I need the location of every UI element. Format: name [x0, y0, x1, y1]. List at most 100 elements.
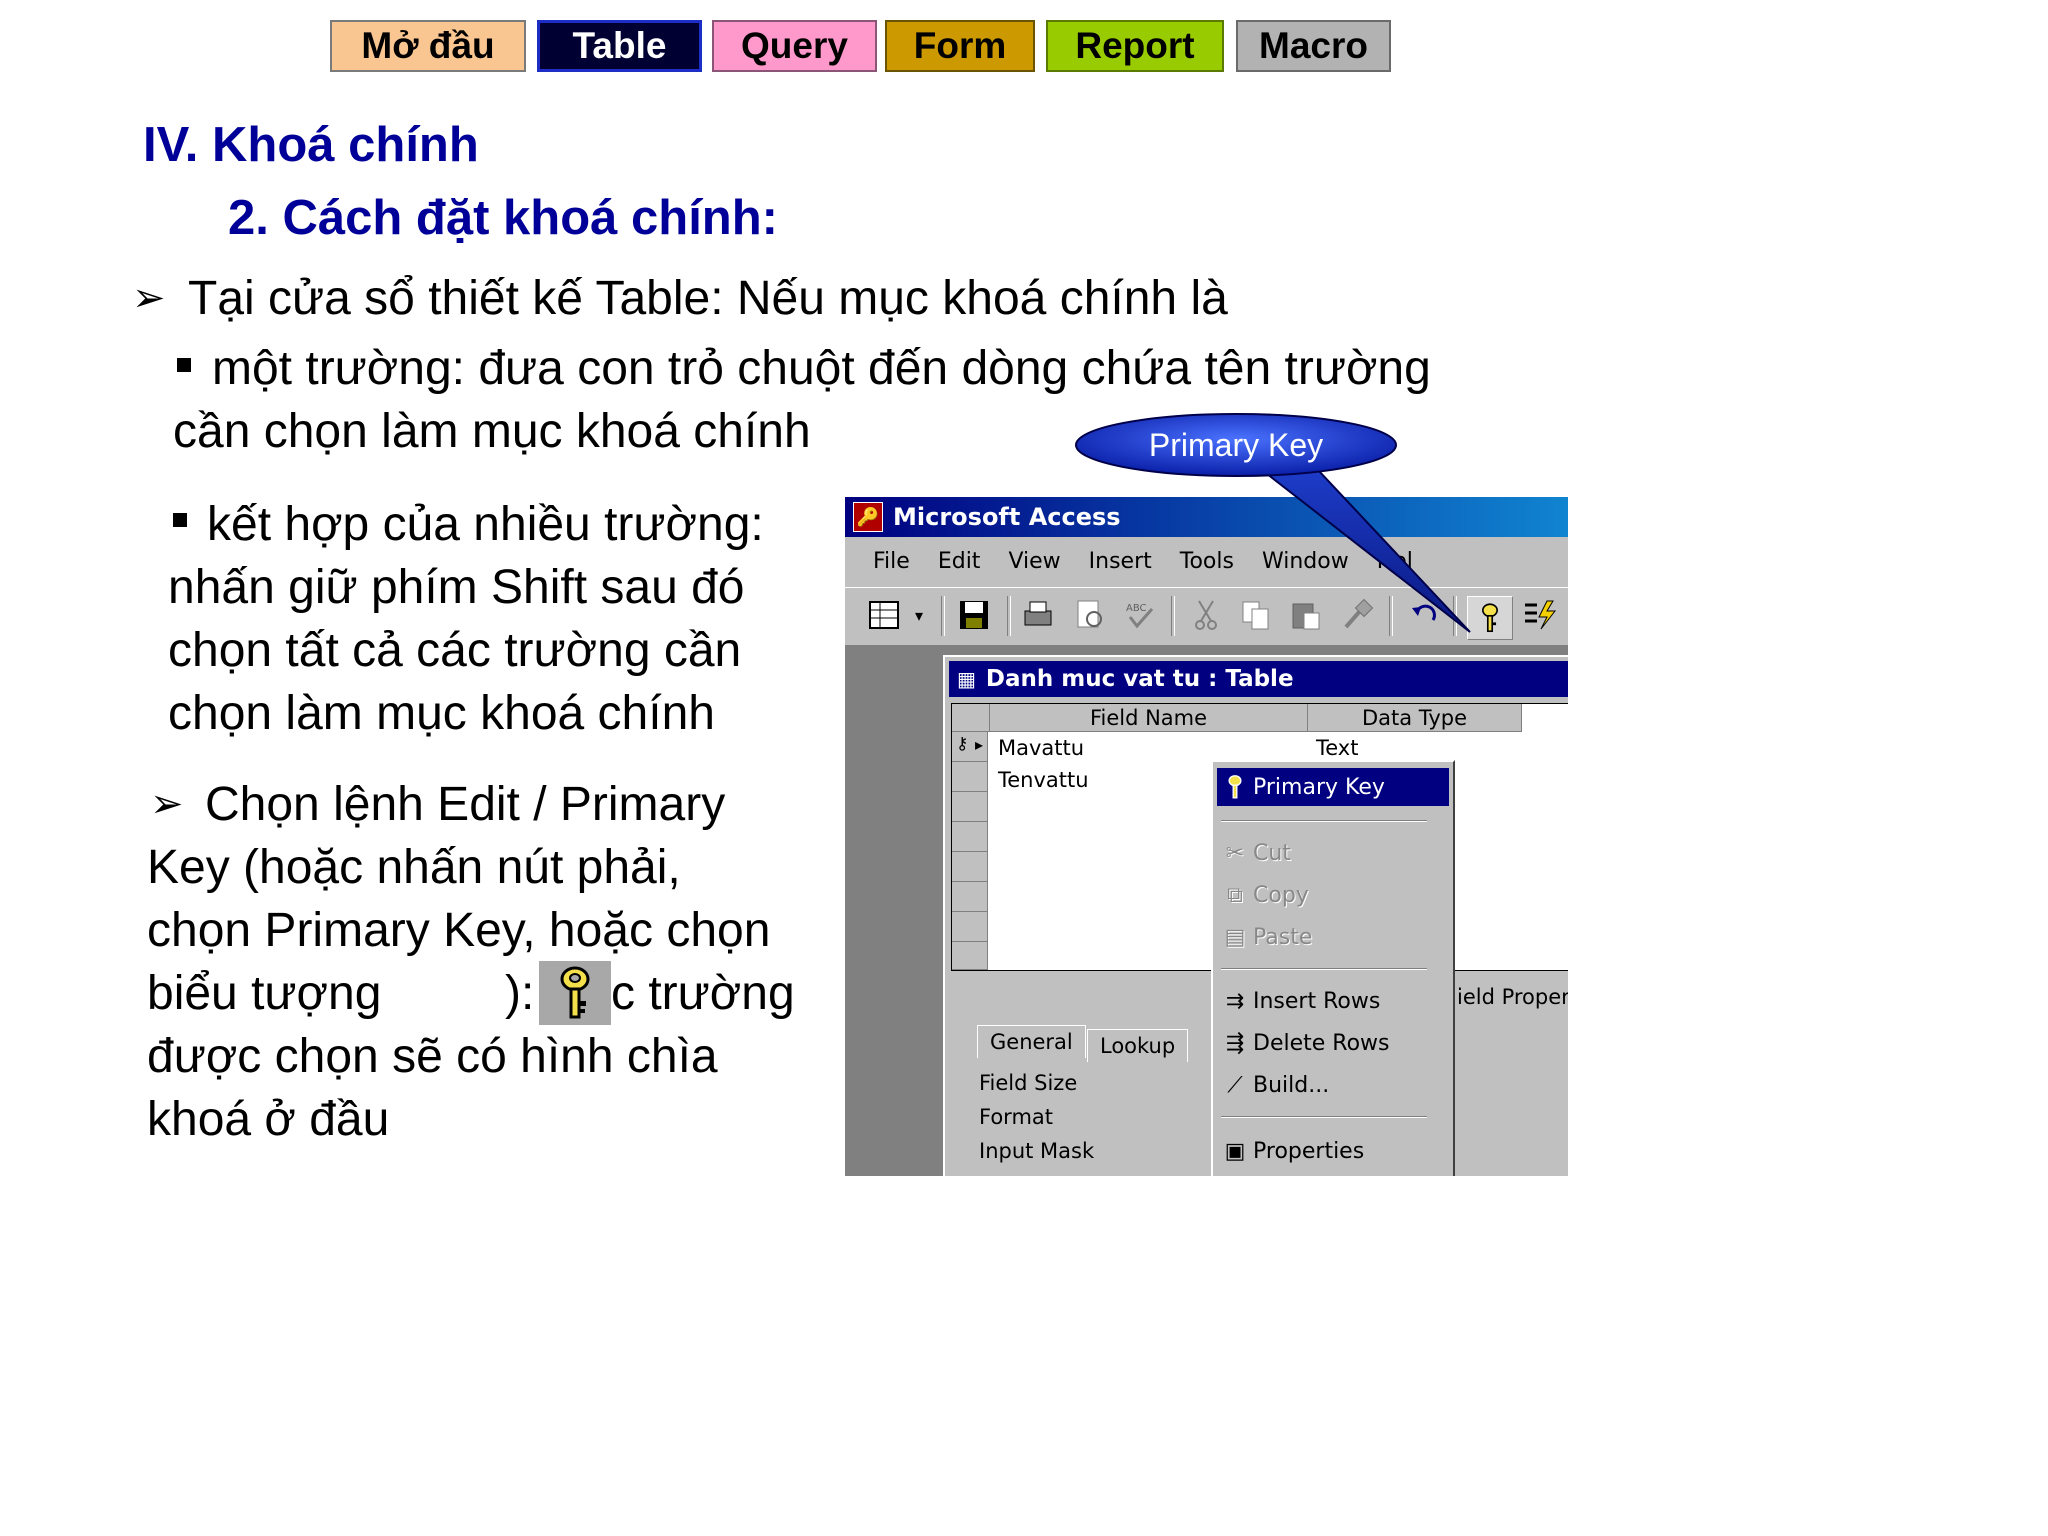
nav-table-button[interactable]: Table	[537, 20, 702, 72]
access-key-icon: 🔑	[853, 502, 883, 532]
ctx-cut[interactable]: ✂ Cut	[1217, 834, 1449, 872]
paragraph-1: Tại cửa sổ thiết kế Table: Nếu mục khoá …	[188, 272, 1228, 325]
context-menu: Primary Key ✂ Cut ⧉ Copy ▤ Paste ⇉ Inser…	[1211, 760, 1455, 1176]
bullet2-line3: chọn tất cả các trường cần	[168, 624, 742, 677]
access-titlebar: 🔑 Microsoft Access	[845, 497, 1568, 537]
scissors-icon: ✂	[1225, 840, 1245, 866]
wand-icon: ⟋	[1227, 1072, 1243, 1098]
field-properties-label: ield Proper	[1457, 985, 1568, 1009]
ctx-primary-key[interactable]: Primary Key	[1217, 768, 1449, 806]
ctx-label: Insert Rows	[1253, 988, 1381, 1014]
delete-rows-icon: ⇶	[1225, 1030, 1245, 1056]
bullet2-line1: kết hợp của nhiều trường:	[207, 498, 764, 551]
field-name-cell[interactable]: Tenvattu	[998, 768, 1089, 792]
data-type-cell[interactable]: Text	[1316, 736, 1358, 760]
undo-icon[interactable]	[1405, 596, 1443, 634]
para2-line2: Key (hoặc nhấn nút phải,	[147, 841, 681, 894]
column-header-field-name: Field Name	[990, 704, 1308, 732]
nav-form-button[interactable]: Form	[885, 20, 1035, 72]
menu-tools[interactable]: Tools	[1180, 549, 1234, 574]
view-icon[interactable]	[865, 596, 903, 634]
format-painter-icon[interactable]	[1339, 596, 1377, 634]
menu-help[interactable]: Hel	[1377, 549, 1413, 574]
copy-icon[interactable]	[1237, 596, 1275, 634]
table-icon: ▦	[957, 667, 976, 691]
chevron-down-icon[interactable]: ▾	[907, 596, 931, 634]
prop-field-size: Field Size	[979, 1071, 1078, 1095]
row-selector[interactable]	[952, 762, 988, 792]
row-selector[interactable]	[952, 852, 988, 882]
ctx-label: Copy	[1253, 882, 1309, 908]
ctx-paste[interactable]: ▤ Paste	[1217, 918, 1449, 956]
scissors-icon[interactable]	[1187, 596, 1225, 634]
nav-report-button[interactable]: Report	[1046, 20, 1224, 72]
tab-lookup[interactable]: Lookup	[1087, 1029, 1189, 1062]
row-selector[interactable]	[952, 822, 988, 852]
toolbar: ▾ ABC	[845, 587, 1568, 644]
para2-line5: được chọn sẽ có hình chìa	[147, 1030, 718, 1083]
properties-icon: ▣	[1224, 1138, 1246, 1164]
bullet1-line2: cần chọn làm mục khoá chính	[173, 405, 811, 458]
key-icon	[1217, 773, 1253, 801]
row-selector[interactable]	[952, 942, 988, 970]
bullet2-line4: chọn làm mục khoá chính	[168, 687, 715, 740]
ctx-properties[interactable]: ▣ Properties	[1217, 1132, 1449, 1170]
toolbar-separator	[1007, 596, 1011, 636]
prop-format: Format	[979, 1105, 1054, 1129]
row-selector[interactable]	[952, 882, 988, 912]
menu-view[interactable]: View	[1008, 549, 1060, 574]
menu-window[interactable]: Window	[1262, 549, 1349, 574]
bullet2-line2: nhấn giữ phím Shift sau đó	[168, 561, 745, 614]
para2-line4b: ):	[505, 967, 535, 1020]
print-icon[interactable]	[1019, 596, 1057, 634]
tab-general[interactable]: General	[977, 1025, 1086, 1058]
indexes-icon[interactable]	[1521, 596, 1559, 634]
ctx-separator	[1221, 1116, 1427, 1118]
table-design-title: Danh muc vat tu : Table	[985, 666, 1294, 692]
paste-icon: ▤	[1224, 924, 1246, 950]
ctx-separator	[1221, 968, 1427, 970]
column-header-data-type: Data Type	[1308, 704, 1522, 732]
para2-line4c: c trường	[611, 967, 795, 1020]
ctx-insert-rows[interactable]: ⇉ Insert Rows	[1217, 982, 1449, 1020]
square-bullet-icon	[173, 513, 187, 527]
menu-edit[interactable]: Edit	[938, 549, 981, 574]
nav-macro-button[interactable]: Macro	[1236, 20, 1391, 72]
menu-bar: File Edit View Insert Tools Window Hel	[845, 537, 1568, 585]
svg-text:ABC: ABC	[1126, 603, 1147, 614]
save-icon[interactable]	[955, 596, 993, 634]
ctx-build[interactable]: ⟋ Build...	[1217, 1066, 1449, 1104]
para2-line6: khoá ở đầu	[147, 1093, 390, 1146]
ctx-delete-rows[interactable]: ⇶ Delete Rows	[1217, 1024, 1449, 1062]
nav-query-button[interactable]: Query	[712, 20, 877, 72]
row-selector[interactable]	[952, 912, 988, 942]
callout-label: Primary Key	[1148, 426, 1324, 463]
arrow-bullet-icon: ➢	[132, 275, 166, 321]
ctx-copy[interactable]: ⧉ Copy	[1217, 876, 1449, 914]
paste-icon[interactable]	[1287, 596, 1325, 634]
section-heading: IV. Khoá chính	[143, 118, 479, 172]
subsection-heading: 2. Cách đặt khoá chính:	[228, 191, 778, 245]
copy-icon: ⧉	[1227, 882, 1243, 908]
ctx-label: Paste	[1253, 924, 1313, 950]
access-title: Microsoft Access	[893, 503, 1121, 531]
workspace: ▦ Danh muc vat tu : Table Field Name Dat…	[845, 645, 1568, 1176]
menu-insert[interactable]: Insert	[1089, 549, 1152, 574]
spelling-icon[interactable]: ABC	[1121, 596, 1159, 634]
insert-rows-icon: ⇉	[1225, 988, 1245, 1014]
ctx-label: Build...	[1253, 1072, 1330, 1098]
toolbar-separator	[1453, 596, 1457, 636]
row-selector[interactable]: ⚷ ▸	[952, 732, 988, 762]
ctx-label: Delete Rows	[1253, 1030, 1390, 1056]
ctx-label: Primary Key	[1253, 774, 1385, 800]
primary-key-button[interactable]	[1467, 596, 1513, 640]
row-selector[interactable]	[952, 792, 988, 822]
field-name-cell[interactable]: Mavattu	[998, 736, 1084, 760]
toolbar-separator	[941, 596, 945, 636]
ctx-label: Cut	[1253, 840, 1291, 866]
nav-mo-dau-button[interactable]: Mở đầu	[330, 20, 526, 72]
square-bullet-icon	[177, 358, 191, 372]
menu-file[interactable]: File	[873, 549, 910, 574]
print-preview-icon[interactable]	[1071, 596, 1109, 634]
current-row-arrow-icon: ▸	[975, 735, 984, 754]
